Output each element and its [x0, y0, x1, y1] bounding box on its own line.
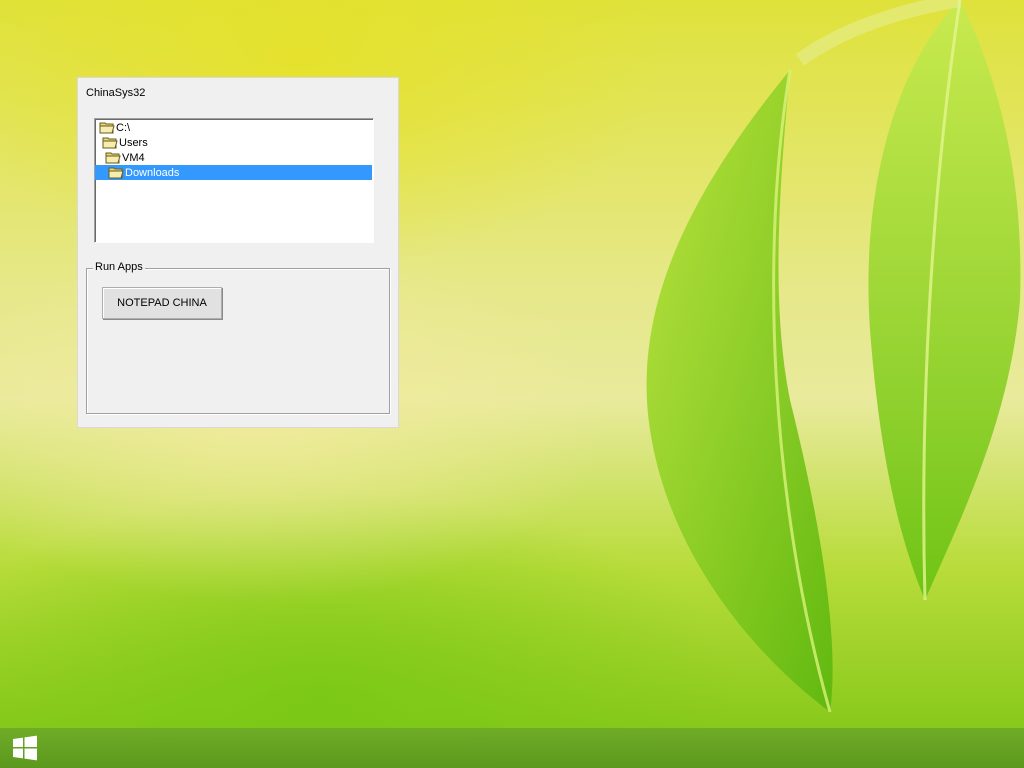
desktop: ChinaSys32 C:\ Users VM4 Downloads Run A… — [0, 0, 1024, 768]
run-apps-group: Run Apps NOTEPAD CHINA — [86, 261, 390, 414]
folder-open-icon — [108, 167, 124, 179]
folder-open-icon — [102, 137, 118, 149]
notepad-china-button[interactable]: NOTEPAD CHINA — [102, 287, 222, 319]
tree-item-vm4[interactable]: VM4 — [105, 150, 145, 165]
windows-logo-icon — [13, 735, 37, 761]
start-button[interactable] — [0, 728, 50, 768]
window-title: ChinaSys32 — [86, 87, 146, 99]
tree-item-label: Downloads — [125, 166, 180, 179]
tree-item-label: Users — [119, 136, 148, 149]
tree-item-c-drive[interactable]: C:\ — [99, 120, 130, 135]
chinasys32-window: ChinaSys32 C:\ Users VM4 Downloads Run A… — [78, 78, 398, 427]
tree-item-users[interactable]: Users — [102, 135, 148, 150]
group-label: Run Apps — [93, 261, 145, 273]
taskbar — [0, 728, 1024, 768]
folder-open-icon — [99, 122, 115, 134]
tree-item-label: VM4 — [122, 151, 145, 164]
tree-item-label: C:\ — [116, 121, 131, 134]
folder-open-icon — [105, 152, 121, 164]
folder-tree-view[interactable]: C:\ Users VM4 Downloads — [94, 118, 374, 243]
tree-item-downloads[interactable]: Downloads — [95, 165, 372, 180]
